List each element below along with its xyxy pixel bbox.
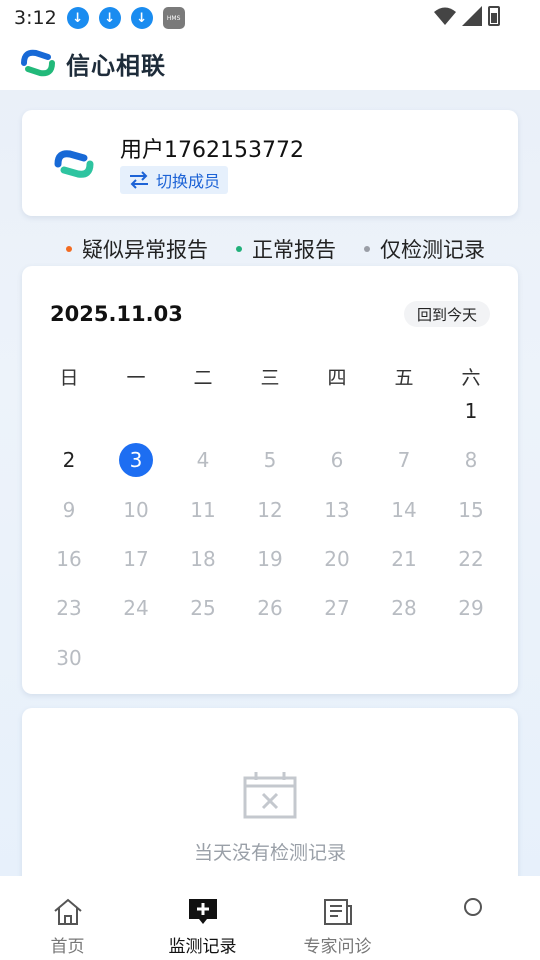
- home-icon: [53, 898, 82, 925]
- calendar-day-15: 15: [458, 497, 484, 522]
- calendar-day-23: 23: [56, 596, 82, 621]
- profile-icon: [463, 898, 482, 916]
- calendar-day-6: 6: [330, 448, 344, 473]
- legend-normal: 正常报告: [236, 234, 336, 264]
- app-header: 信心相联: [0, 36, 540, 90]
- legend-dot: [364, 246, 370, 252]
- legend-dot: [66, 246, 72, 252]
- wifi-icon: [434, 7, 456, 25]
- calendar-day-13: 13: [324, 497, 350, 522]
- calendar-day-22: 22: [458, 546, 484, 571]
- calendar-day-25: 25: [190, 596, 216, 621]
- weekday-header: 日: [59, 366, 79, 389]
- app-title: 信心相联: [66, 51, 166, 80]
- calendar-day-26: 26: [257, 596, 283, 621]
- legend-record-only: 仅检测记录: [364, 234, 485, 264]
- legend-abnormal: 疑似异常报告: [66, 234, 208, 264]
- download-icon: ↓: [66, 7, 89, 29]
- swap-arrows-icon: [130, 171, 148, 189]
- nav-label: 首页: [50, 937, 85, 957]
- selected-day-marker: 3: [119, 443, 153, 478]
- user-card: 用户1762153772 切换成员: [22, 110, 518, 216]
- legend-label: 疑似异常报告: [82, 238, 208, 262]
- calendar-day-28: 28: [391, 596, 417, 621]
- weekday-header: 五: [394, 366, 414, 389]
- calendar-day-21: 21: [391, 546, 417, 571]
- calendar-day-11: 11: [190, 497, 216, 522]
- calendar-grid: 日一二三四五六 1 2 3 4 5 6 7 8 9 10 11 12 13 14 15 16 17 18 19 20 21…: [22, 266, 518, 694]
- calendar-card: 2025.11.03 回到今天 日一二三四五六 1 2 3 4 5 6 7 8 9 10 11 12 13…: [22, 266, 518, 694]
- app-logo-icon: [21, 49, 55, 77]
- nav-expert-consult[interactable]: 专家问诊: [270, 876, 405, 960]
- calendar-day-18: 18: [190, 546, 216, 571]
- battery-icon: [488, 6, 500, 26]
- calendar-day-27: 27: [324, 596, 350, 621]
- bottom-nav: 首页 监测记录 专家问诊: [0, 876, 540, 960]
- report-legend: 疑似异常报告 正常报告 仅检测记录: [66, 234, 485, 264]
- calendar-day-14: 14: [391, 497, 417, 522]
- weekday-header: 二: [193, 366, 213, 389]
- weekday-header: 四: [327, 366, 347, 389]
- calendar-day-8: 8: [464, 448, 478, 473]
- record-add-icon: [188, 899, 217, 924]
- legend-label: 仅检测记录: [380, 238, 485, 262]
- calendar-day-5: 5: [263, 448, 277, 473]
- nav-home[interactable]: 首页: [0, 876, 135, 960]
- signal-icon: [462, 6, 482, 26]
- calendar-day-1[interactable]: 1: [449, 393, 493, 429]
- nav-label: 专家问诊: [303, 937, 372, 957]
- calendar-day-2[interactable]: 2: [47, 442, 91, 478]
- empty-state-message: 当天没有检测记录: [193, 842, 346, 864]
- weekday-header: 六: [461, 366, 481, 389]
- calendar-day-4: 4: [196, 448, 210, 473]
- status-right-icons: [434, 6, 500, 26]
- switch-member-label: 切换成员: [156, 172, 221, 191]
- user-name: 用户1762153772: [120, 138, 304, 163]
- status-time: 3:12: [14, 7, 57, 29]
- user-avatar-icon: [54, 150, 94, 178]
- nav-profile[interactable]: [405, 876, 540, 960]
- calendar-day-30: 30: [56, 645, 82, 670]
- status-bar: 3:12 ↓ ↓ ↓ HMS: [0, 0, 540, 36]
- nav-label: 监测记录: [168, 937, 237, 957]
- calendar-day-16: 16: [56, 546, 82, 571]
- weekday-header: 一: [126, 366, 146, 389]
- newspaper-icon: [323, 899, 352, 925]
- empty-calendar-icon: [243, 772, 297, 819]
- calendar-day-7: 7: [397, 448, 411, 473]
- download-icon: ↓: [98, 7, 121, 29]
- calendar-day-24: 24: [123, 596, 149, 621]
- calendar-day-3[interactable]: 3: [114, 442, 158, 478]
- calendar-day-12: 12: [257, 497, 283, 522]
- calendar-day-19: 19: [257, 546, 283, 571]
- calendar-day-29: 29: [458, 596, 484, 621]
- legend-label: 正常报告: [252, 238, 336, 262]
- calendar-day-9: 9: [62, 497, 76, 522]
- legend-dot: [236, 246, 242, 252]
- weekday-header: 三: [260, 366, 280, 389]
- switch-member-button[interactable]: 切换成员: [120, 166, 229, 194]
- hms-icon: HMS: [162, 7, 185, 29]
- calendar-day-20: 20: [324, 546, 350, 571]
- nav-monitor-records[interactable]: 监测记录: [135, 876, 270, 960]
- calendar-day-10: 10: [123, 497, 149, 522]
- calendar-day-17: 17: [123, 546, 149, 571]
- download-icon: ↓: [130, 7, 153, 29]
